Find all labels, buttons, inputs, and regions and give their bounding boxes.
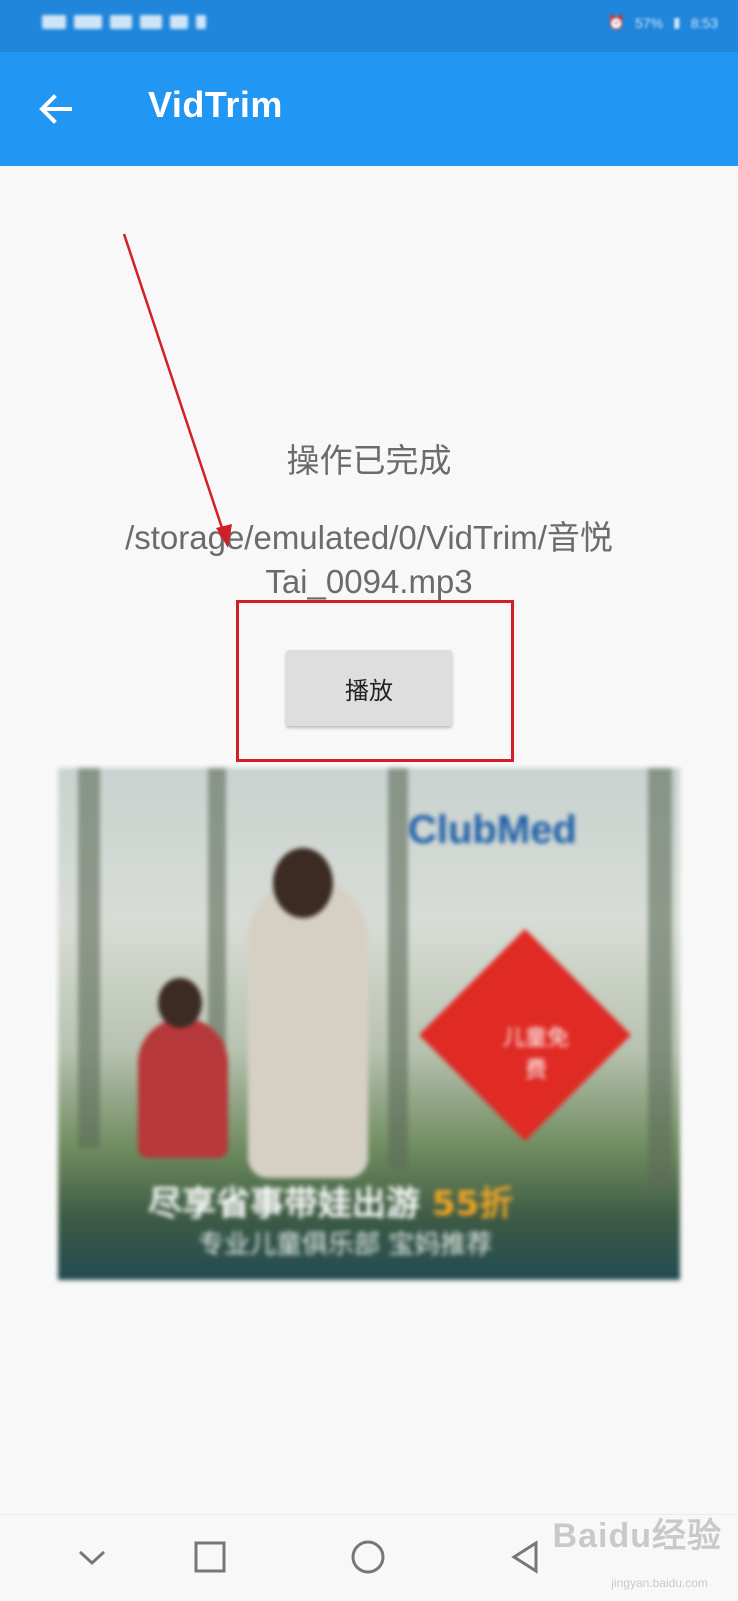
square-icon	[194, 1541, 226, 1573]
arrow-left-icon	[39, 94, 72, 124]
ad-headline: 尽享省事带娃出游 55折	[148, 1176, 608, 1225]
output-path: /storage/emulated/0/VidTrim/音悦Tai_0094.m…	[125, 519, 613, 600]
battery-percent: 57%	[635, 14, 664, 31]
ad-headline-prefix: 尽享省事带娃出游	[148, 1184, 420, 1224]
ad-banner[interactable]: ClubMed 儿童免费 尽享省事带娃出游 55折 专业儿童俱乐部 宝妈推荐	[58, 768, 680, 1280]
ad-child-head	[158, 978, 202, 1028]
back-button[interactable]	[34, 87, 78, 131]
ad-badge-text: 儿童免费	[502, 1026, 569, 1083]
app-bar: VidTrim	[0, 52, 738, 166]
status-bar: ⏰ 57% ▮ 8:53	[0, 0, 738, 52]
triangle-back-icon	[511, 1540, 538, 1574]
ad-headline-accent: 55折	[431, 1184, 514, 1224]
nav-hide-button[interactable]	[70, 1535, 114, 1579]
nav-home-button[interactable]	[346, 1535, 390, 1579]
play-button[interactable]: 播放	[286, 650, 452, 726]
ad-adult-head	[273, 848, 333, 918]
status-right: ⏰ 57% ▮ 8:53	[608, 14, 718, 31]
status-message: 操作已完成	[286, 441, 452, 480]
chevron-down-icon	[78, 1550, 106, 1566]
alarm-icon: ⏰	[607, 14, 625, 30]
nav-recents-button[interactable]	[188, 1535, 232, 1579]
ad-child-figure	[138, 1018, 228, 1158]
main-content: 操作已完成 /storage/emulated/0/VidTrim/音悦Tai_…	[0, 166, 738, 1514]
ad-subline: 专业儿童俱乐部 宝妈推荐	[198, 1230, 493, 1260]
app-title: VidTrim	[148, 84, 283, 125]
signal-icons	[42, 15, 206, 29]
ad-adult-figure	[248, 878, 368, 1178]
circle-icon	[351, 1540, 385, 1574]
nav-back-button[interactable]	[504, 1535, 548, 1579]
ad-logo: ClubMed	[408, 808, 577, 852]
watermark-brand: Baidu经验	[552, 1517, 722, 1555]
clock: 8:53	[690, 14, 718, 31]
watermark-url: jingyan.baidu.com	[611, 1576, 708, 1590]
battery-icon: ▮	[673, 14, 681, 30]
